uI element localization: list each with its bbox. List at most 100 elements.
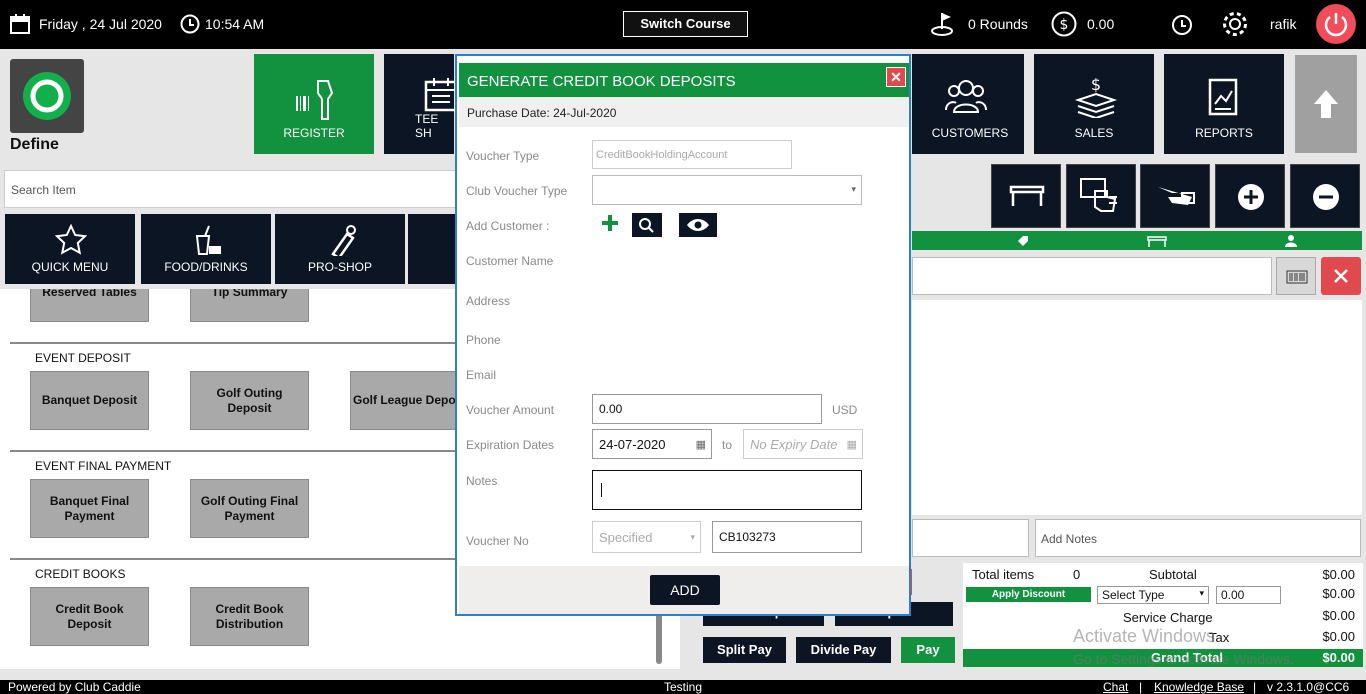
discount-value-input[interactable]: 0.00 <box>1216 586 1281 604</box>
activate-windows-subtitle: Go to Settings to activate Windows. <box>1073 651 1294 667</box>
switch-course-button[interactable]: Switch Course <box>623 11 748 37</box>
golf-outing-final-payment-button[interactable]: Golf Outing Final Payment <box>190 479 309 538</box>
left-pane-scrollbar[interactable] <box>656 610 662 664</box>
reserved-tables-button[interactable]: Reserved Tables <box>30 289 149 322</box>
phone-label: Phone <box>466 333 501 347</box>
register-tile[interactable]: REGISTER <box>254 54 374 154</box>
banquet-final-payment-button[interactable]: Banquet Final Payment <box>30 479 149 538</box>
expiration-to-placeholder: No Expiry Date <box>750 436 838 452</box>
customers-tile[interactable]: CUSTOMERS <box>912 54 1024 154</box>
sales-tile[interactable]: $ SALES <box>1034 54 1154 154</box>
golf-flag-icon <box>931 13 953 36</box>
barcode-input[interactable] <box>912 257 1272 295</box>
category-pro-shop[interactable]: PRO-SHOP <box>275 214 405 284</box>
discount-amount: $0.00 <box>1322 586 1355 601</box>
arrow-up-icon <box>1314 90 1338 118</box>
customer-name-label: Customer Name <box>466 254 554 268</box>
category-food-drinks[interactable]: FOOD/DRINKS <box>141 214 271 284</box>
footer-separator: | <box>1253 680 1257 694</box>
apply-discount-button[interactable]: Apply Discount <box>966 587 1091 602</box>
scroll-up-button[interactable] <box>1295 55 1357 153</box>
purchase-date-label: Purchase Date: <box>467 106 550 120</box>
tax-value: $0.00 <box>1322 629 1355 644</box>
tee-sheet-label: TEE SH <box>415 112 439 140</box>
svg-text:$: $ <box>1060 17 1069 33</box>
clock-icon <box>180 14 200 34</box>
dollar-icon: $ <box>1051 11 1077 37</box>
voucher-amount-input[interactable]: 0.00 <box>592 394 822 424</box>
touch-pay-button[interactable] <box>1066 164 1136 228</box>
expiration-dates-label: Expiration Dates <box>466 438 555 452</box>
cash-amount: 0.00 <box>1087 16 1115 32</box>
user-icon <box>1285 235 1297 247</box>
voucher-no-label: Voucher No <box>466 534 529 548</box>
tip-summary-button[interactable]: Tip Summary <box>190 289 309 322</box>
activate-windows-title: Activate Windows <box>1073 626 1216 646</box>
knowledge-base-link[interactable]: Knowledge Base <box>1154 680 1244 694</box>
close-icon <box>1334 269 1348 283</box>
add-button[interactable]: ADD <box>650 575 720 605</box>
user-name[interactable]: rafik <box>1270 16 1296 32</box>
chat-link[interactable]: Chat <box>1103 680 1128 694</box>
search-customer-button[interactable] <box>632 213 662 237</box>
table-button[interactable] <box>991 164 1061 228</box>
view-customer-button[interactable] <box>679 213 717 237</box>
credit-book-distribution-button[interactable]: Credit Book Distribution <box>190 587 309 646</box>
cash-drawer-button[interactable] <box>1140 164 1210 228</box>
pay-button[interactable]: Pay <box>901 637 955 663</box>
table-icon <box>1009 185 1045 206</box>
voucher-type-value: CreditBookHoldingAccount <box>596 148 728 161</box>
barcode-scan-button[interactable] <box>1276 257 1316 295</box>
calendar-icon <box>10 14 30 34</box>
add-button[interactable] <box>1215 164 1285 228</box>
divide-pay-button[interactable]: Divide Pay <box>796 637 891 663</box>
rounds-count: 0 Rounds <box>968 16 1028 32</box>
add-customer-label: Add Customer : <box>466 219 550 233</box>
voucher-no-mode-select[interactable]: Specified ▾ <box>592 521 701 553</box>
to-label: to <box>722 438 733 452</box>
club-voucher-type-label: Club Voucher Type <box>466 184 568 198</box>
remove-button[interactable] <box>1290 164 1360 228</box>
split-pay-button[interactable]: Split Pay <box>703 637 786 663</box>
hand-pointer-icon <box>1080 178 1117 212</box>
total-items-count: 0 <box>1073 567 1081 582</box>
reports-tile[interactable]: REPORTS <box>1164 54 1284 154</box>
cart-note-field[interactable] <box>912 519 1029 557</box>
service-charge-value: $0.00 <box>1322 608 1355 623</box>
environment-label: Testing <box>664 680 703 694</box>
credit-book-deposit-button[interactable]: Credit Book Deposit <box>30 587 149 646</box>
purchase-date-value: 24-Jul-2020 <box>553 106 617 120</box>
clear-button[interactable] <box>1321 257 1361 295</box>
power-off-button[interactable] <box>1316 4 1356 44</box>
sales-label: SALES <box>1074 126 1114 140</box>
banquet-deposit-button[interactable]: Banquet Deposit <box>30 371 149 430</box>
event-deposit-title: EVENT DEPOSIT <box>35 351 131 365</box>
add-customer-button[interactable] <box>600 213 620 233</box>
quick-menu-label: QUICK MENU <box>31 260 109 274</box>
search-item-input[interactable]: Search Item <box>4 170 464 208</box>
discount-type-select[interactable]: Select Type ▾ <box>1097 586 1209 604</box>
notes-input[interactable] <box>592 470 862 510</box>
gear-icon[interactable] <box>1221 10 1249 38</box>
voucher-no-input[interactable]: CB103273 <box>712 521 862 553</box>
modal-close-button[interactable]: ✕ <box>886 67 906 87</box>
close-icon: ✕ <box>890 69 902 85</box>
expiration-from-input[interactable]: 24-07-2020 ▦ <box>592 429 712 459</box>
chevron-down-icon: ▾ <box>1199 588 1204 598</box>
expiration-from-value: 24-07-2020 <box>599 436 666 452</box>
service-charge-label: Service Charge <box>1123 610 1213 625</box>
golf-league-deposit-button[interactable]: Golf League Depo <box>350 371 469 430</box>
tee-sheet-tile[interactable]: TEE SH <box>384 54 458 154</box>
club-voucher-type-select[interactable]: ▾ <box>592 175 862 205</box>
generate-credit-book-deposits-modal: GENERATE CREDIT BOOK DEPOSITS ✕ Purchase… <box>455 54 911 616</box>
golf-bag-icon <box>331 225 356 256</box>
current-time: 10:54 AM <box>205 16 265 32</box>
svg-text:$: $ <box>1091 76 1101 94</box>
category-quick-menu[interactable]: QUICK MENU <box>5 214 135 284</box>
add-notes-input[interactable]: Add Notes <box>1035 519 1361 557</box>
history-clock-icon[interactable] <box>1171 14 1193 36</box>
subtotal-value: $0.00 <box>1322 567 1355 582</box>
category-more[interactable] <box>408 214 456 284</box>
golf-outing-deposit-button[interactable]: Golf Outing Deposit <box>190 371 309 430</box>
expiration-to-input[interactable]: No Expiry Date ▦ <box>743 429 863 459</box>
